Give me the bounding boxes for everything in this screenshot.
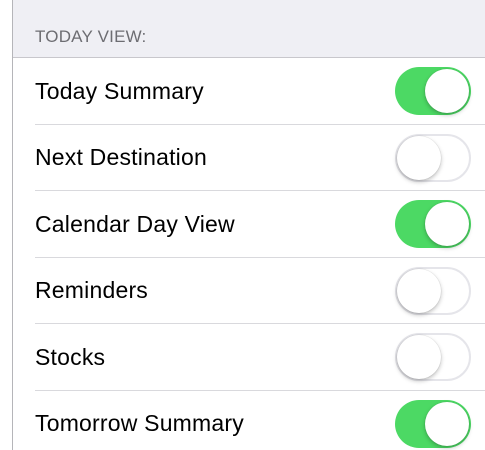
setting-row-calendar-day-view: Calendar Day View [13, 191, 485, 258]
setting-label: Reminders [35, 277, 149, 304]
calendar-day-view-toggle[interactable] [395, 200, 471, 249]
setting-label: Calendar Day View [35, 210, 235, 237]
setting-row-reminders: Reminders [13, 258, 485, 325]
setting-row-stocks: Stocks [13, 324, 485, 391]
settings-panel: TODAY VIEW: Today Summary Next Destinati… [12, 0, 485, 450]
setting-label: Next Destination [35, 144, 207, 171]
section-header: TODAY VIEW: [13, 0, 485, 58]
toggle-knob [425, 69, 469, 114]
section-header-label: TODAY VIEW: [35, 27, 147, 46]
toggle-knob [425, 401, 469, 446]
toggle-knob [397, 335, 441, 380]
setting-label: Tomorrow Summary [35, 410, 244, 437]
reminders-toggle[interactable] [395, 266, 471, 315]
stocks-toggle[interactable] [395, 333, 471, 382]
toggle-knob [397, 135, 441, 180]
tomorrow-summary-toggle[interactable] [395, 399, 471, 448]
toggle-knob [425, 202, 469, 247]
setting-label: Today Summary [35, 77, 204, 104]
setting-label: Stocks [35, 343, 106, 370]
setting-row-next-destination: Next Destination [13, 125, 485, 192]
today-summary-toggle[interactable] [395, 67, 471, 116]
toggle-knob [397, 268, 441, 313]
setting-row-today-summary: Today Summary [13, 58, 485, 125]
next-destination-toggle[interactable] [395, 133, 471, 182]
setting-row-tomorrow-summary: Tomorrow Summary [13, 391, 485, 450]
